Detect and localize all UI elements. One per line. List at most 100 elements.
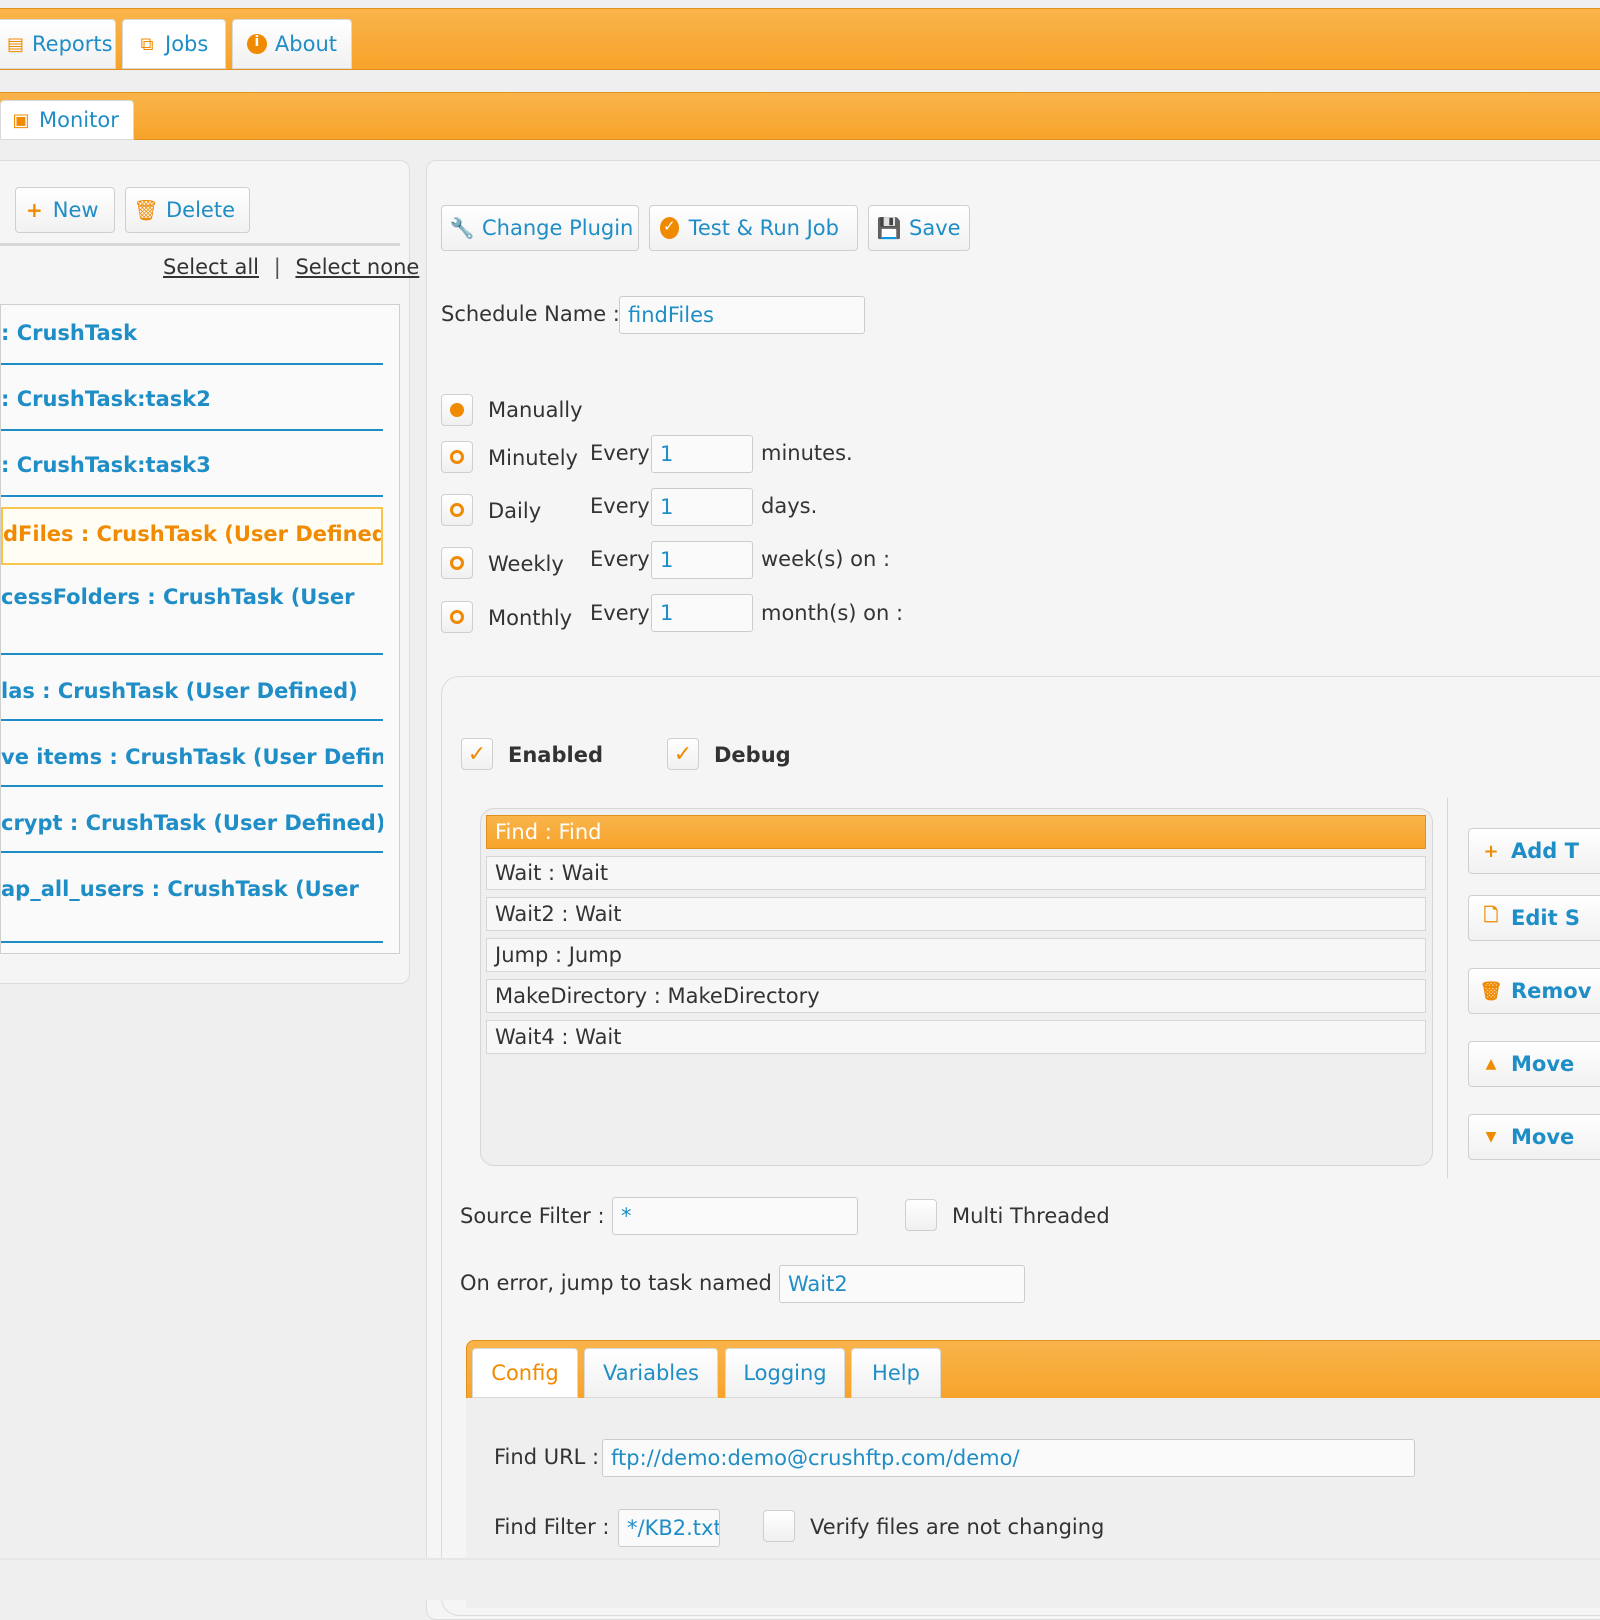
select-none-link[interactable]: Select none — [295, 255, 419, 279]
move-down-label: Move — [1511, 1125, 1575, 1149]
radio-icon — [450, 450, 464, 464]
minutely-label: Minutely — [488, 446, 578, 470]
daily-label: Daily — [488, 499, 542, 523]
task-item[interactable]: Wait : Wait — [486, 856, 1426, 890]
edit-task-button[interactable]: 🗋 Edit S — [1468, 895, 1600, 941]
on-error-input[interactable]: Wait2 — [779, 1265, 1025, 1303]
daily-unit-label: days. — [761, 494, 818, 518]
tab-config[interactable]: Config — [472, 1348, 578, 1398]
daily-radio[interactable] — [441, 494, 473, 526]
tab-jobs-label: Jobs — [165, 32, 209, 56]
list-item[interactable]: ve items : CrushTask (User Defined) — [1, 727, 383, 787]
find-filter-input[interactable]: */KB2.txt — [618, 1509, 720, 1547]
add-task-button[interactable]: + Add T — [1468, 828, 1600, 874]
trash-icon: 🗑 — [1479, 980, 1503, 1002]
remove-task-button[interactable]: 🗑 Remov — [1468, 968, 1600, 1014]
list-item-selected[interactable]: dFiles : CrushTask (User Defined) — [1, 507, 383, 565]
on-error-label: On error, jump to task named : — [460, 1271, 786, 1295]
list-item[interactable]: crypt : CrushTask (User Defined) — [1, 793, 383, 853]
task-item[interactable]: Wait2 : Wait — [486, 897, 1426, 931]
save-label: Save — [909, 216, 961, 240]
schedule-name-input[interactable]: findFiles — [619, 296, 865, 334]
daily-every-label: Every — [590, 494, 650, 518]
radio-icon — [450, 556, 464, 570]
multi-threaded-label: Multi Threaded — [952, 1204, 1110, 1228]
find-url-label: Find URL : — [494, 1445, 600, 1469]
tab-monitor[interactable]: ▣ Monitor — [0, 100, 134, 140]
radio-icon — [450, 610, 464, 624]
tab-jobs[interactable]: ⧉ Jobs — [122, 19, 226, 69]
select-all-link[interactable]: Select all — [163, 255, 259, 279]
radio-icon — [450, 503, 464, 517]
check-circle-icon: ✓ — [660, 217, 679, 239]
task-list-divider — [1447, 798, 1448, 1178]
list-item[interactable]: : CrushTask — [1, 305, 383, 365]
select-links: Select all | Select none — [163, 255, 419, 279]
weekly-every-label: Every — [590, 547, 650, 571]
monthly-interval-input[interactable]: 1 — [651, 594, 753, 632]
task-item-selected[interactable]: Find : Find — [486, 815, 1426, 849]
move-up-button[interactable]: ▲ Move — [1468, 1041, 1600, 1087]
task-item[interactable]: Jump : Jump — [486, 938, 1426, 972]
tab-about[interactable]: i About — [232, 19, 352, 69]
verify-files-label: Verify files are not changing — [810, 1515, 1105, 1539]
manually-radio[interactable] — [441, 394, 473, 426]
tab-monitor-label: Monitor — [39, 108, 119, 132]
weekly-interval-input[interactable]: 1 — [651, 541, 753, 579]
verify-files-checkbox[interactable] — [763, 1510, 795, 1542]
triangle-up-icon: ▲ — [1485, 1056, 1497, 1072]
weekly-unit-label: week(s) on : — [761, 547, 891, 571]
find-filter-label: Find Filter : — [494, 1515, 610, 1539]
tab-help[interactable]: Help — [851, 1348, 941, 1398]
change-plugin-button[interactable]: 🔧 Change Plugin — [441, 205, 639, 251]
sub-tab-bar — [0, 92, 1600, 140]
weekly-radio[interactable] — [441, 547, 473, 579]
new-job-button[interactable]: + New — [15, 187, 115, 233]
list-item[interactable]: : CrushTask:task3 — [1, 437, 383, 497]
divider — [0, 243, 400, 246]
multi-threaded-checkbox[interactable] — [905, 1199, 937, 1231]
triangle-down-icon: ▼ — [1485, 1129, 1497, 1145]
minutely-unit-label: minutes. — [761, 441, 853, 465]
task-item[interactable]: Wait4 : Wait — [486, 1020, 1426, 1054]
jobs-icon: ⧉ — [140, 33, 154, 55]
find-url-input[interactable]: ftp://demo:demo@crushftp.com/demo/ — [602, 1439, 1415, 1477]
schedule-name-label: Schedule Name : — [441, 302, 620, 326]
job-list: : CrushTask : CrushTask:task2 : CrushTas… — [0, 304, 400, 954]
monitor-icon: ▣ — [12, 109, 30, 131]
change-plugin-label: Change Plugin — [482, 216, 634, 240]
tab-about-label: About — [274, 32, 337, 56]
check-icon: ✓ — [467, 741, 487, 767]
minutely-interval-input[interactable]: 1 — [651, 435, 753, 473]
minutely-every-label: Every — [590, 441, 650, 465]
info-icon: i — [247, 34, 267, 54]
tab-logging[interactable]: Logging — [725, 1348, 845, 1398]
task-item[interactable]: MakeDirectory : MakeDirectory — [486, 979, 1426, 1013]
move-down-button[interactable]: ▼ Move — [1468, 1114, 1600, 1160]
bottom-edge — [0, 1558, 1600, 1600]
minutely-radio[interactable] — [441, 441, 473, 473]
save-button[interactable]: 💾 Save — [868, 205, 970, 251]
edit-task-label: Edit S — [1511, 906, 1581, 930]
enabled-label: Enabled — [508, 743, 603, 767]
plus-icon: + — [1483, 840, 1499, 862]
monthly-radio[interactable] — [441, 601, 473, 633]
source-filter-label: Source Filter : — [460, 1204, 605, 1228]
enabled-checkbox[interactable]: ✓ — [461, 738, 493, 770]
list-item[interactable]: cessFolders : CrushTask (User — [1, 573, 383, 655]
remove-task-label: Remov — [1511, 979, 1592, 1003]
list-item[interactable]: ap_all_users : CrushTask (User — [1, 859, 383, 943]
daily-interval-input[interactable]: 1 — [651, 488, 753, 526]
delete-job-button[interactable]: 🗑 Delete — [125, 187, 250, 233]
source-filter-input[interactable]: * — [612, 1197, 858, 1235]
test-run-button[interactable]: ✓ Test & Run Job — [649, 205, 858, 251]
debug-checkbox[interactable]: ✓ — [667, 738, 699, 770]
check-icon: ✓ — [673, 741, 693, 767]
link-separator: | — [273, 255, 281, 279]
list-item[interactable]: : CrushTask:task2 — [1, 371, 383, 431]
tab-reports[interactable]: ▤ Reports — [0, 19, 116, 69]
tab-variables[interactable]: Variables — [584, 1348, 718, 1398]
monthly-label: Monthly — [488, 606, 573, 630]
new-job-label: New — [52, 198, 99, 222]
list-item[interactable]: las : CrushTask (User Defined) — [1, 661, 383, 721]
